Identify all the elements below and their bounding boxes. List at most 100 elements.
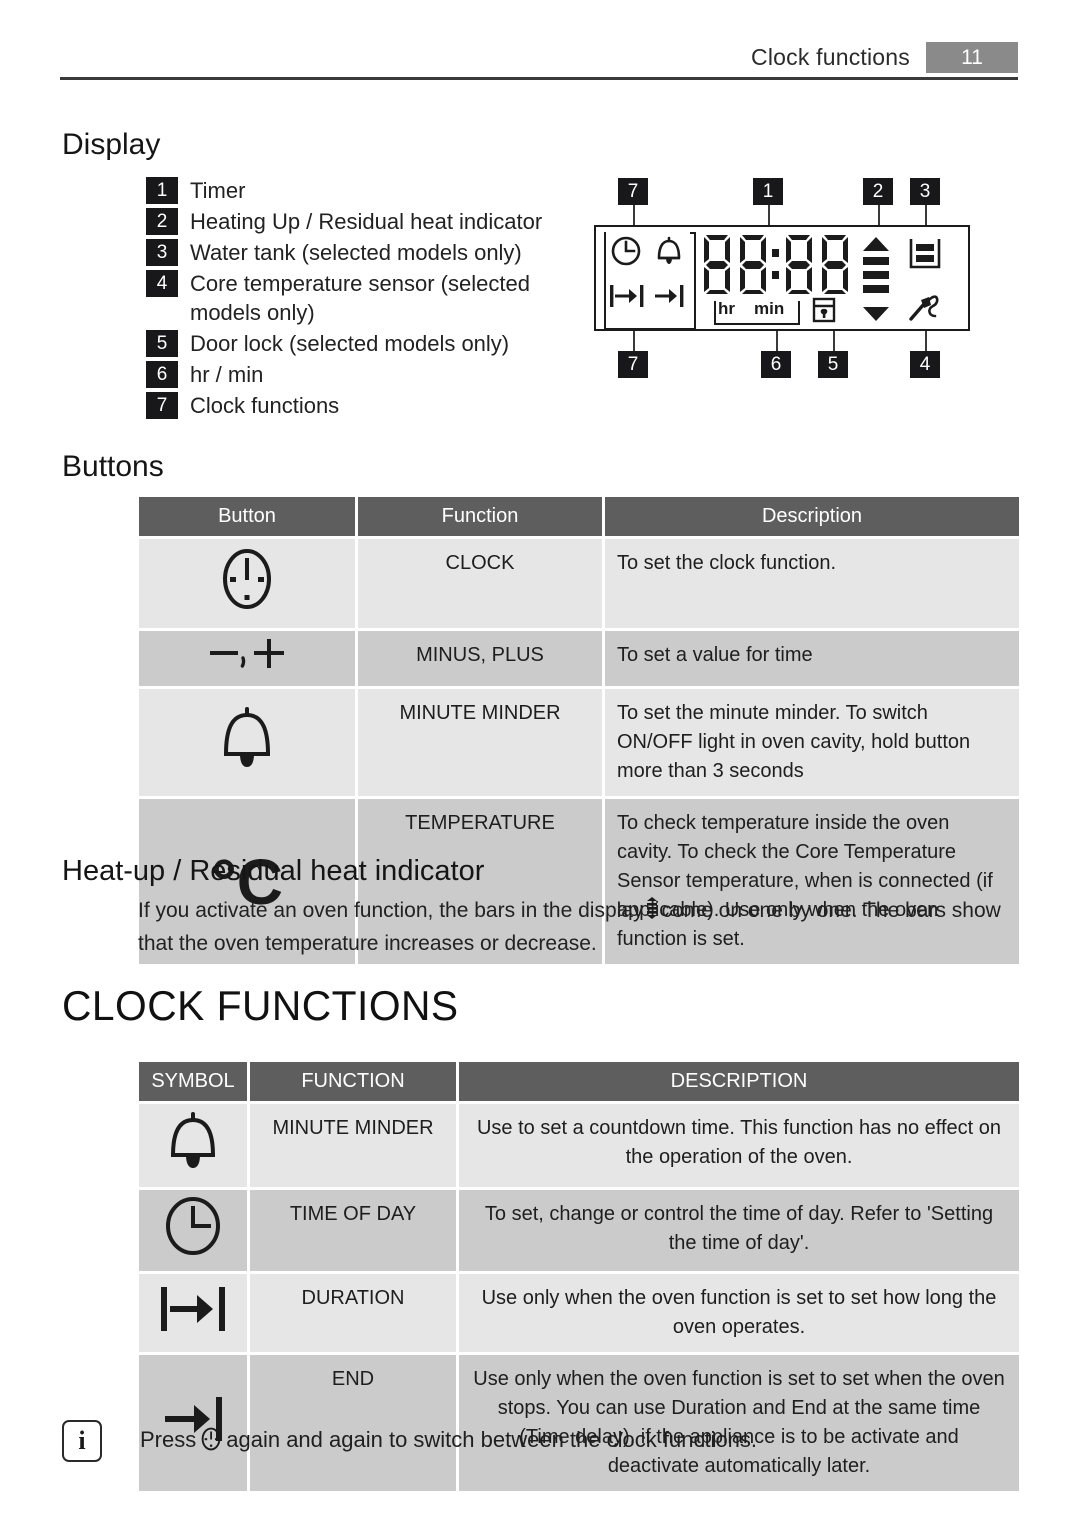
water-tank-icon: [907, 237, 943, 276]
core-sensor-icon: [907, 283, 945, 328]
column-header-function: Function: [358, 497, 602, 536]
column-header-description: Description: [605, 497, 1019, 536]
info-note: i Press again and again to switch between…: [62, 1420, 1012, 1462]
list-item: 2 Heating Up / Residual heat indicator: [146, 207, 566, 236]
page-number: 11: [926, 42, 1018, 73]
button-function-cell: MINUTE MINDER: [358, 689, 602, 796]
clockfn-function-cell: TIME OF DAY: [250, 1190, 456, 1271]
table-row: CLOCK To set the clock function.: [139, 539, 1019, 628]
bell-icon: [166, 1112, 220, 1177]
callout-7-bottom: 7: [618, 351, 648, 378]
callout-2: 2: [863, 178, 893, 205]
list-item: 5 Door lock (selected models only): [146, 329, 566, 358]
table-row: MINUTE MINDER Use to set a countdown tim…: [139, 1104, 1019, 1187]
clockfn-symbol-cell: [139, 1190, 247, 1271]
note-text-after: again and again to switch between the cl…: [226, 1427, 758, 1452]
column-header-symbol: SYMBOL: [139, 1062, 247, 1101]
callout-1: 1: [753, 178, 783, 205]
leader-line: [925, 330, 927, 351]
legend-number: 1: [146, 177, 178, 204]
seven-segment-digits: [702, 233, 852, 295]
header-divider: [60, 77, 1018, 80]
hr-label: hr: [718, 299, 735, 318]
header-title: Clock functions: [751, 44, 910, 70]
list-item: 4 Core temperature sensor (selected mode…: [146, 269, 566, 327]
minus-plus-icon: [204, 639, 290, 676]
button-description-cell: To set a value for time: [605, 631, 1019, 686]
leader-line: [768, 205, 770, 226]
legend-number: 7: [146, 392, 178, 419]
heat-bars-icon: [859, 235, 893, 328]
min-label: min: [754, 299, 785, 318]
bracket-gap-bottom: [606, 316, 690, 326]
lcd-inner: hr min: [596, 227, 968, 330]
callout-5: 5: [818, 351, 848, 378]
door-lock-icon: [811, 296, 837, 329]
lcd-frame: hr min: [594, 225, 970, 331]
heatup-heading: Heat-up / Residual heat indicator: [62, 855, 485, 887]
list-item: 6 hr / min: [146, 360, 566, 389]
leader-line: [633, 330, 635, 351]
duration-icon: [157, 1286, 229, 1342]
column-header-button: Button: [139, 497, 355, 536]
legend-number: 6: [146, 361, 178, 388]
table-header-row: Button Function Description: [139, 497, 1019, 536]
display-legend: 1 Timer 2 Heating Up / Residual heat ind…: [146, 176, 566, 422]
duration-icon: [608, 281, 646, 316]
legend-label: Door lock (selected models only): [190, 331, 510, 356]
button-symbol-cell: [139, 631, 355, 686]
legend-label: Water tank (selected models only): [190, 240, 522, 265]
button-function-cell: CLOCK: [358, 539, 602, 628]
clock-button-icon: [219, 549, 275, 618]
clockfn-function-cell: MINUTE MINDER: [250, 1104, 456, 1187]
button-symbol-cell: [139, 689, 355, 796]
legend-label: Core temperature sensor (selected models…: [190, 271, 530, 325]
table-row: MINUTE MINDER To set the minute minder. …: [139, 689, 1019, 796]
callout-7-top: 7: [618, 178, 648, 205]
legend-label: Clock functions: [190, 393, 340, 418]
table-header-row: SYMBOL FUNCTION DESCRIPTION: [139, 1062, 1019, 1101]
heatup-text-before: If you activate an oven function, the ba…: [138, 899, 644, 922]
leader-line: [633, 205, 635, 226]
clock-icon: [164, 1197, 222, 1261]
end-icon: [652, 281, 686, 316]
info-icon: i: [62, 1420, 102, 1462]
button-description-cell: To set the clock function.: [605, 539, 1019, 628]
button-symbol-cell: [139, 539, 355, 628]
legend-number: 4: [146, 270, 178, 297]
manual-page: Clock functions 11 Display 1 Timer 2 Hea…: [0, 0, 1080, 1529]
list-item: 3 Water tank (selected models only): [146, 238, 566, 267]
leader-line: [833, 330, 835, 351]
clockfn-description-cell: Use to set a countdown time. This functi…: [459, 1104, 1019, 1187]
clock-button-icon: [201, 1427, 221, 1460]
legend-label: Timer: [190, 178, 246, 203]
legend-number: 3: [146, 239, 178, 266]
legend-label: Heating Up / Residual heat indicator: [190, 209, 543, 234]
leader-line: [878, 205, 880, 226]
table-row: TIME OF DAY To set, change or control th…: [139, 1190, 1019, 1271]
legend-number: 5: [146, 330, 178, 357]
callout-4: 4: [910, 351, 940, 378]
clockfn-symbol-cell: [139, 1104, 247, 1187]
button-description-cell: To set the minute minder. To switch ON/O…: [605, 689, 1019, 796]
leader-line: [925, 205, 927, 226]
callout-3: 3: [910, 178, 940, 205]
clock-icon: [610, 235, 642, 272]
table-row: MINUS, PLUS To set a value for time: [139, 631, 1019, 686]
heatup-paragraph: If you activate an oven function, the ba…: [138, 896, 1010, 959]
list-item: 1 Timer: [146, 176, 566, 205]
clockfn-description-cell: To set, change or control the time of da…: [459, 1190, 1019, 1271]
list-item: 7 Clock functions: [146, 391, 566, 420]
legend-label: hr / min: [190, 362, 264, 387]
page-header: Clock functions 11: [60, 42, 1018, 76]
column-header-function: FUNCTION: [250, 1062, 456, 1101]
button-function-cell: MINUS, PLUS: [358, 631, 602, 686]
info-note-text: Press again and again to switch between t…: [140, 1420, 757, 1460]
clockfn-function-cell: DURATION: [250, 1274, 456, 1352]
column-header-description: DESCRIPTION: [459, 1062, 1019, 1101]
lcd-display-figure: 7 1 2 3 7 6 5 4 hr min: [592, 178, 972, 378]
display-heading: Display: [62, 128, 161, 161]
heat-bars-icon: [646, 896, 658, 929]
clock-functions-heading: CLOCK FUNCTIONS: [62, 982, 459, 1029]
table-row: DURATION Use only when the oven function…: [139, 1274, 1019, 1352]
